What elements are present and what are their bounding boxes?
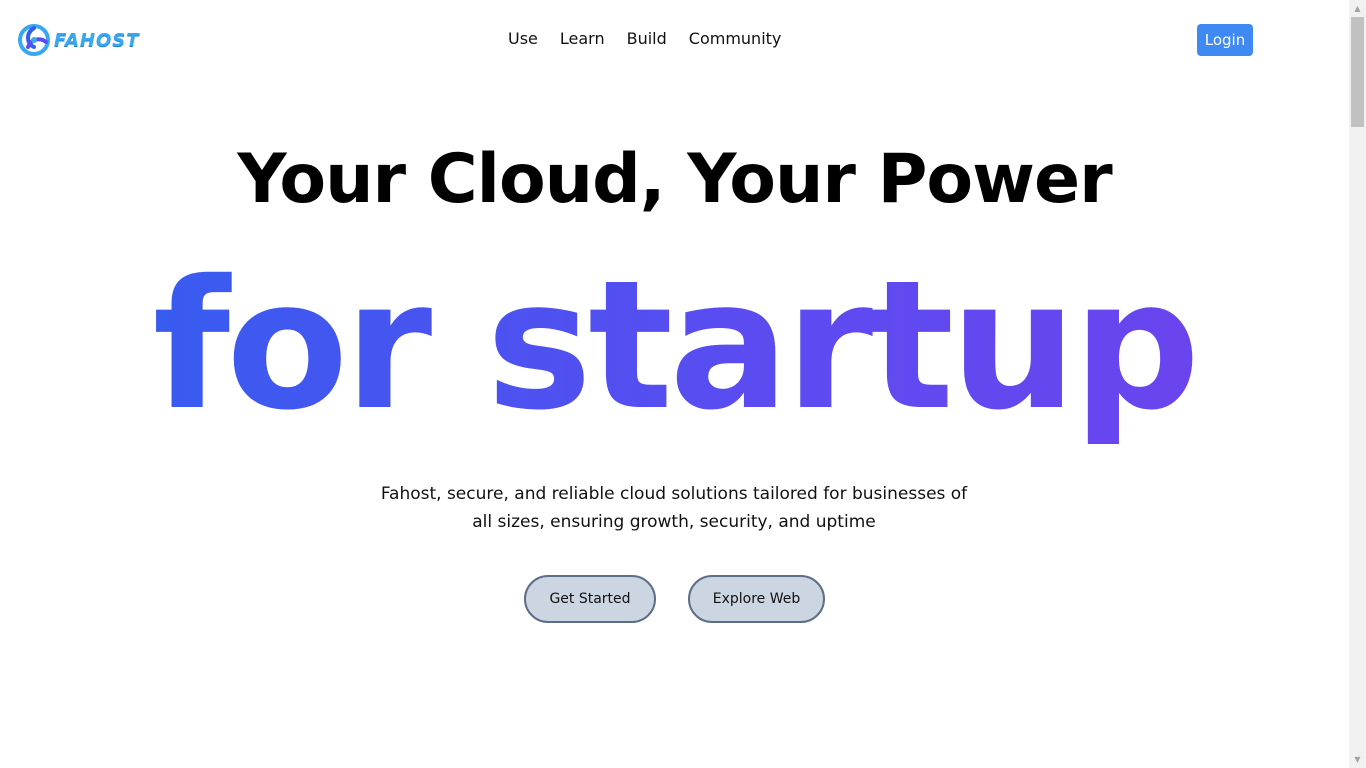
get-started-button[interactable]: Get Started xyxy=(524,575,656,623)
brand-name: FAHOST xyxy=(54,29,140,51)
scroll-up-arrow-icon[interactable]: ▲ xyxy=(1349,0,1366,17)
fahost-logo-icon xyxy=(18,24,50,56)
explore-web-button[interactable]: Explore Web xyxy=(688,575,825,623)
main-nav: Use Learn Build Community xyxy=(508,29,781,49)
hero-description: Fahost, secure, and reliable cloud solut… xyxy=(380,484,968,532)
scrollbar-thumb[interactable] xyxy=(1351,17,1364,127)
login-button[interactable]: Login xyxy=(1197,24,1253,56)
site-header: FAHOST Use Learn Build Community Login xyxy=(0,0,1349,80)
scroll-down-arrow-icon[interactable]: ▼ xyxy=(1349,751,1366,768)
landing-page: FAHOST Use Learn Build Community Login Y… xyxy=(0,0,1349,768)
nav-link-build[interactable]: Build xyxy=(627,29,667,49)
hero-title: Your Cloud, Your Power xyxy=(237,140,1112,219)
brand-logo[interactable]: FAHOST xyxy=(17,23,140,57)
nav-link-community[interactable]: Community xyxy=(689,29,782,49)
page-scrollbar[interactable]: ▲ ▼ xyxy=(1349,0,1366,768)
browser-viewport: FAHOST Use Learn Build Community Login Y… xyxy=(0,0,1366,768)
hero-highlight-text: for startup xyxy=(0,236,1349,456)
nav-link-use[interactable]: Use xyxy=(508,29,538,49)
nav-link-learn[interactable]: Learn xyxy=(560,29,605,49)
